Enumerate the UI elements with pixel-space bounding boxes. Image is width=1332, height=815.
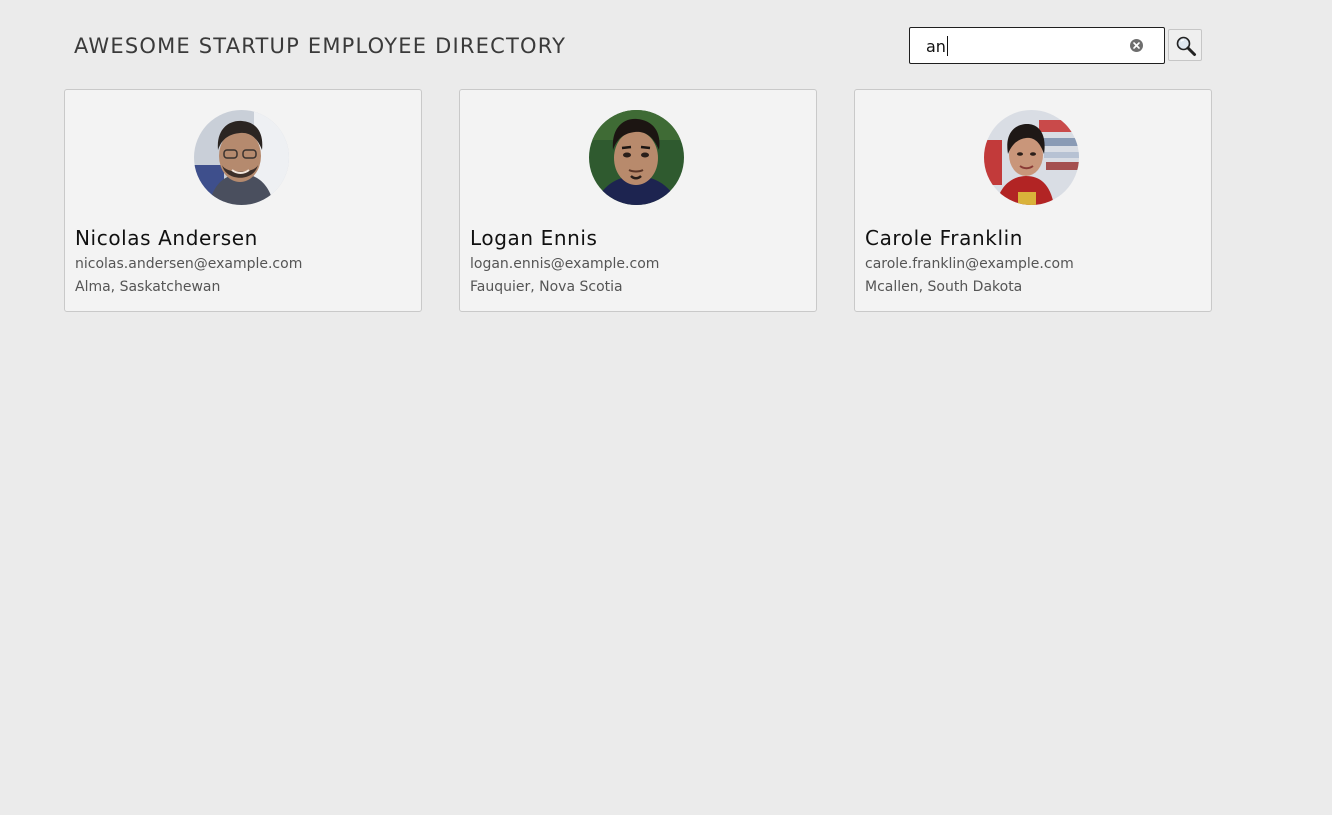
avatar <box>589 110 684 205</box>
employee-location: Alma, Saskatchewan <box>75 279 221 295</box>
search-input[interactable]: an <box>909 27 1165 64</box>
avatar <box>194 110 289 205</box>
page-title: Awesome Startup Employee Directory <box>74 34 567 58</box>
employee-location: Mcallen, South Dakota <box>865 279 1023 295</box>
employee-email: logan.ennis@example.com <box>470 256 660 272</box>
employee-card[interactable]: Logan Ennis logan.ennis@example.com Fauq… <box>459 89 817 312</box>
avatar <box>984 110 1079 205</box>
employee-email: carole.franklin@example.com <box>865 256 1074 272</box>
header: Awesome Startup Employee Directory an <box>0 0 1332 88</box>
employee-name: Nicolas Andersen <box>75 226 258 250</box>
employee-name: Logan Ennis <box>470 226 598 250</box>
employee-email: nicolas.andersen@example.com <box>75 256 303 272</box>
employee-card[interactable]: Carole Franklin carole.franklin@example.… <box>854 89 1212 312</box>
search-button[interactable] <box>1168 29 1202 61</box>
employee-name: Carole Franklin <box>865 226 1024 250</box>
clear-icon[interactable] <box>1130 39 1143 52</box>
search-input-value: an <box>926 36 948 56</box>
employee-location: Fauquier, Nova Scotia <box>470 279 623 295</box>
employee-card[interactable]: Nicolas Andersen nicolas.andersen@exampl… <box>64 89 422 312</box>
